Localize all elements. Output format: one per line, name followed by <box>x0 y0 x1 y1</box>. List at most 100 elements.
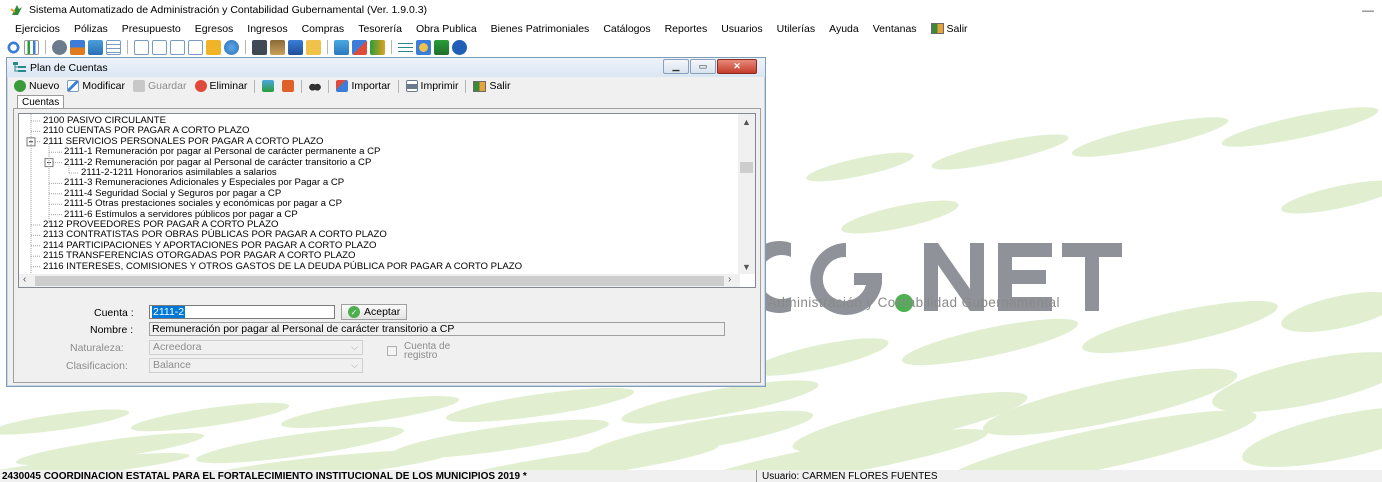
tools-icon[interactable] <box>352 39 367 55</box>
cuentas-tab-panel: 2100 PASIVO CIRCULANTE 2110 CUENTAS POR P… <box>13 108 761 383</box>
tree-node[interactable]: 2110 CUENTAS POR PAGAR A CORTO PLAZO <box>43 126 250 136</box>
help-icon[interactable] <box>452 39 467 55</box>
nombre-field[interactable]: Remuneración por pagar al Personal de ca… <box>149 322 725 336</box>
scroll-left-arrow-icon[interactable]: ‹ <box>23 274 26 285</box>
naturaleza-select[interactable]: Acreedora ⌵ <box>149 340 363 355</box>
menu-ejercicios[interactable]: Ejercicios <box>8 23 67 35</box>
menu-compras[interactable]: Compras <box>295 23 352 35</box>
tree-node[interactable]: 2116 INTERESES, COMISIONES Y OTROS GASTO… <box>43 261 522 272</box>
menu-ventanas[interactable]: Ventanas <box>866 23 924 35</box>
menu-ayuda[interactable]: Ayuda <box>822 23 866 35</box>
cuenta-value: 2111-2 <box>152 306 186 318</box>
find-button[interactable] <box>306 80 324 92</box>
tree-vertical-scrollbar[interactable]: ▲ ▼ <box>738 114 755 274</box>
window-titlebar[interactable]: Plan de Cuentas ▁ ▭ ✕ <box>7 58 765 77</box>
delete-icon <box>194 80 207 92</box>
scroll-thumb[interactable] <box>740 162 753 173</box>
report-icon[interactable] <box>334 39 349 55</box>
window-close-button[interactable]: ✕ <box>717 59 757 74</box>
eliminar-button[interactable]: Eliminar <box>192 80 251 92</box>
bank-icon[interactable] <box>270 39 285 55</box>
export-button[interactable] <box>259 80 277 92</box>
form-2-icon[interactable] <box>152 39 167 55</box>
menu-usuarios[interactable]: Usuarios <box>714 23 769 35</box>
modificar-button[interactable]: Modificar <box>64 80 128 92</box>
tree-icon[interactable] <box>398 39 413 55</box>
table-icon[interactable] <box>106 39 121 55</box>
team-icon[interactable] <box>370 39 385 55</box>
accounts-tree[interactable]: 2100 PASIVO CIRCULANTE 2110 CUENTAS POR P… <box>18 113 756 288</box>
scroll-up-arrow-icon[interactable]: ▲ <box>742 117 751 127</box>
toolbar-separator <box>465 79 467 93</box>
transfer-icon[interactable] <box>70 39 85 55</box>
list-icon[interactable] <box>434 39 449 55</box>
salir-button[interactable]: Salir <box>470 80 513 92</box>
menu-catalogos[interactable]: Catálogos <box>596 23 657 35</box>
ledger-icon[interactable] <box>88 39 103 55</box>
menu-bienes-patrimoniales[interactable]: Bienes Patrimoniales <box>484 23 597 35</box>
chart-icon[interactable] <box>24 39 39 55</box>
clasificacion-select[interactable]: Balance ⌵ <box>149 358 363 373</box>
cancel-button[interactable] <box>279 80 297 92</box>
users-icon[interactable] <box>52 39 67 55</box>
printer-icon <box>405 80 418 92</box>
tree-node[interactable]: 2113 CONTRATISTAS POR OBRAS PÚBLICAS POR… <box>43 230 387 240</box>
menu-tesoreria[interactable]: Tesorería <box>351 23 409 35</box>
window-minimize-button[interactable]: ▁ <box>663 59 689 74</box>
save-icon <box>132 80 145 92</box>
cuenta-input[interactable]: 2111-2 <box>149 305 335 319</box>
warning-icon[interactable] <box>206 39 221 55</box>
tree-node[interactable]: 2111-3 Remuneraciones Adicionales y Espe… <box>64 178 344 188</box>
menu-salir-label: Salir <box>946 22 968 35</box>
guardar-button[interactable]: Guardar <box>130 80 190 92</box>
nuevo-label: Nuevo <box>29 80 60 92</box>
cancel-icon <box>282 80 295 92</box>
toolbar-separator <box>397 79 399 93</box>
export-excel-icon <box>262 80 275 92</box>
calculator-icon[interactable] <box>252 39 267 55</box>
minimize-button[interactable]: — <box>1362 3 1374 17</box>
globe-icon[interactable] <box>224 39 239 55</box>
scroll-thumb[interactable] <box>35 276 724 286</box>
menu-ingresos[interactable]: Ingresos <box>240 23 294 35</box>
binoculars-icon <box>309 80 322 92</box>
tree-node[interactable]: 2111-1 Remuneración por pagar al Persona… <box>64 147 380 157</box>
menu-egresos[interactable]: Egresos <box>188 23 241 35</box>
cart-icon[interactable] <box>288 39 303 55</box>
salir-label: Salir <box>489 80 511 92</box>
clasificacion-value: Balance <box>153 359 191 371</box>
clasificacion-label: Clasificacion: <box>66 360 128 372</box>
add-icon <box>14 80 26 92</box>
folder-icon[interactable] <box>306 39 321 55</box>
menu-salir[interactable]: Salir <box>924 23 975 35</box>
window-maximize-button[interactable]: ▭ <box>690 59 716 74</box>
form-4-icon[interactable] <box>188 39 203 55</box>
scroll-down-arrow-icon[interactable]: ▼ <box>742 262 751 272</box>
app-title: Sistema Automatizado de Administración y… <box>29 4 428 16</box>
form-1-icon[interactable] <box>134 39 149 55</box>
menu-utilerias[interactable]: Utilerías <box>770 23 823 35</box>
check-icon: ✓ <box>348 306 360 318</box>
importar-label: Importar <box>351 80 391 92</box>
refresh-icon[interactable] <box>6 39 21 55</box>
tab-cuentas[interactable]: Cuentas <box>17 95 65 109</box>
aceptar-button[interactable]: ✓ Aceptar <box>341 304 408 320</box>
imprimir-button[interactable]: Imprimir <box>403 80 462 92</box>
search-user-icon[interactable] <box>416 39 431 55</box>
accounts-tree-icon <box>13 62 26 72</box>
tree-node[interactable]: 2115 TRANSFERENCIAS OTORGADAS POR PAGAR … <box>43 251 355 261</box>
form-3-icon[interactable] <box>170 39 185 55</box>
menu-reportes[interactable]: Reportes <box>658 23 715 35</box>
nuevo-button[interactable]: Nuevo <box>11 80 62 92</box>
scroll-right-arrow-icon[interactable]: › <box>728 274 731 285</box>
tree-node[interactable]: 2111-5 Otras prestaciones sociales y eco… <box>64 199 342 209</box>
importar-button[interactable]: Importar <box>333 80 393 92</box>
chevron-down-icon: ⌵ <box>351 360 358 370</box>
cuenta-registro-checkbox[interactable] <box>387 346 397 356</box>
tree-horizontal-scrollbar[interactable]: ‹ › <box>19 274 740 287</box>
menu-presupuesto[interactable]: Presupuesto <box>115 23 188 35</box>
menu-polizas[interactable]: Pólizas <box>67 23 115 35</box>
guardar-label: Guardar <box>147 80 187 92</box>
menu-obra-publica[interactable]: Obra Publica <box>409 23 484 35</box>
chevron-down-icon: ⌵ <box>351 342 358 352</box>
